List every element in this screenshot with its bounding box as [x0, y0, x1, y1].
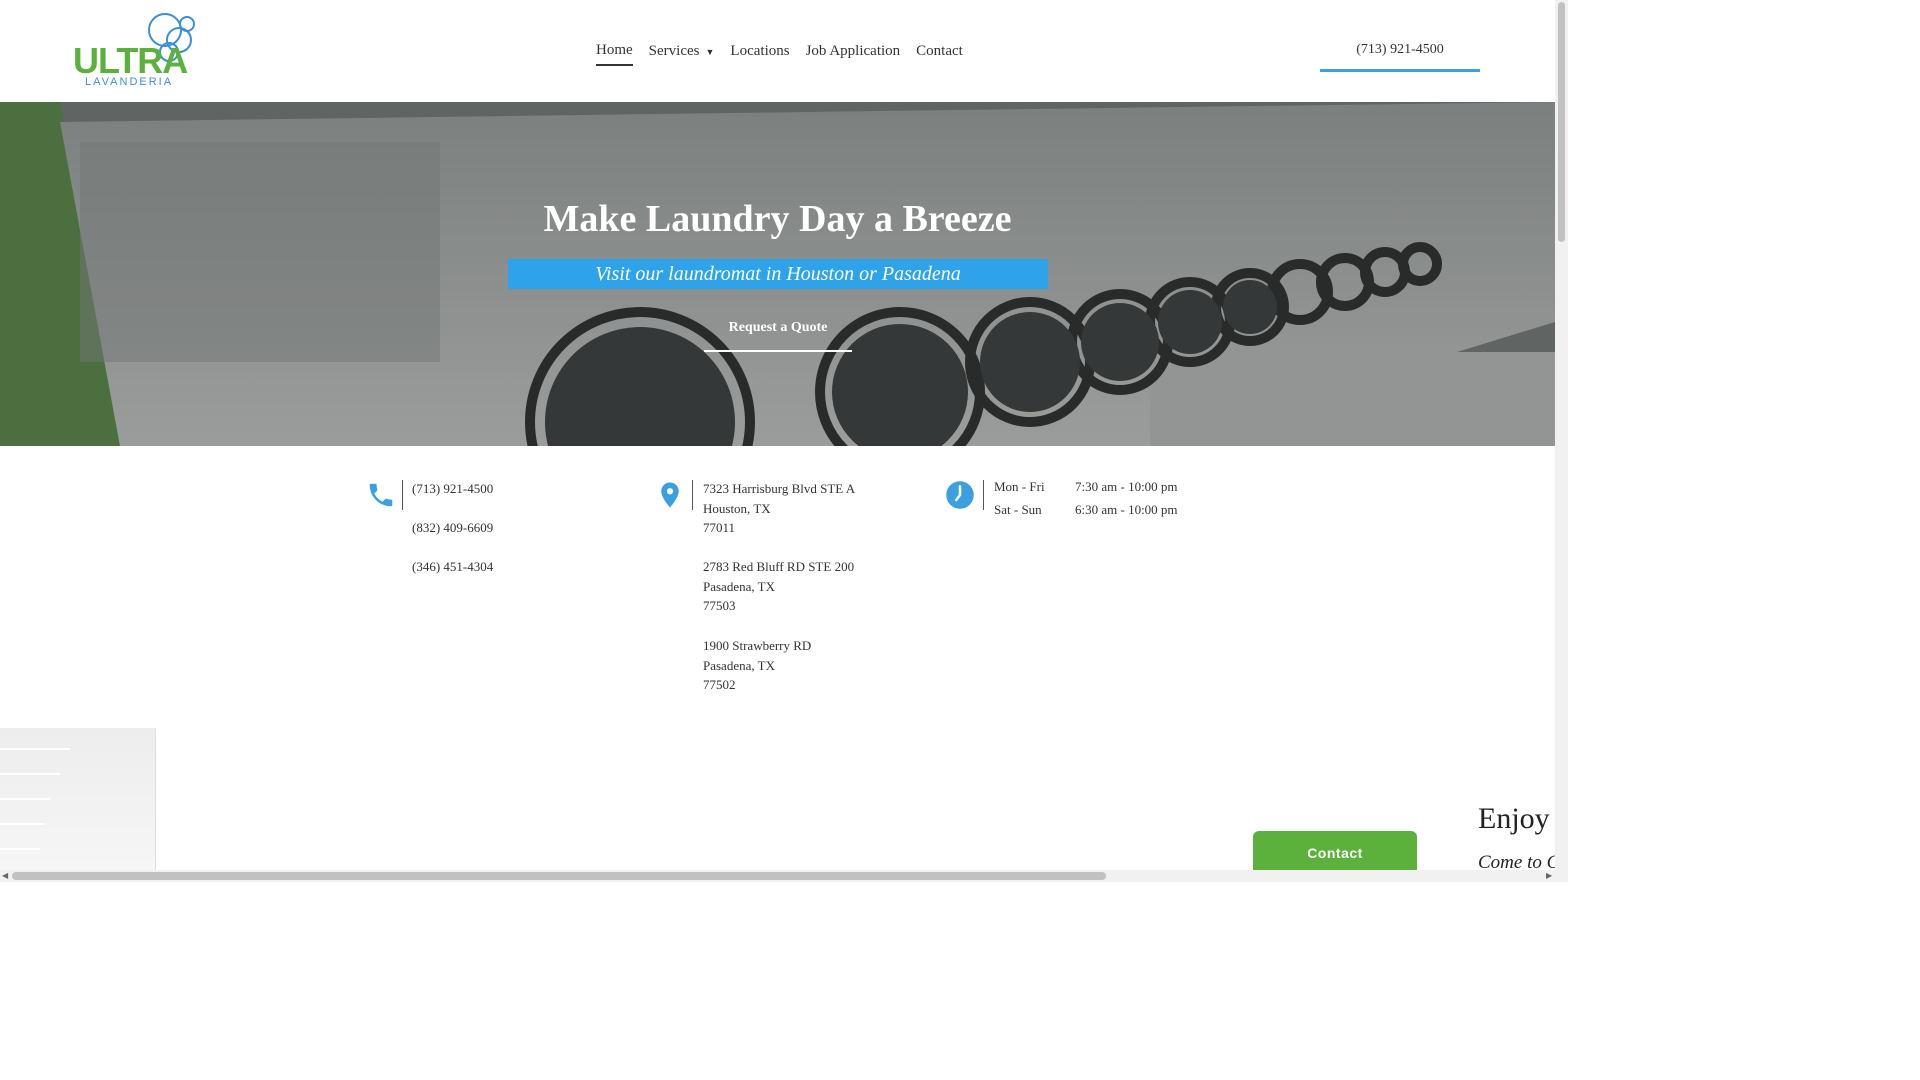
scroll-left-icon[interactable]: ◀: [2, 870, 8, 882]
section-heading: Enjoy: [1478, 802, 1550, 835]
divider: [983, 480, 984, 510]
address-line: Pasadena, TX: [703, 657, 775, 673]
hours-time-weekday: 7:30 am - 10:00 pm: [1075, 479, 1178, 494]
divider: [402, 480, 403, 510]
hero-subtitle: Visit our laundromat in Houston or Pasad…: [508, 259, 1048, 289]
contact-info-section: (713) 921-4500 (832) 409-6609 (346) 451-…: [0, 446, 1555, 728]
address-line: 1900 Strawberry RD: [703, 638, 812, 653]
location-pin-icon: [661, 482, 679, 508]
horizontal-scrollbar[interactable]: ◀ ▶: [0, 870, 1568, 882]
address-3: 1900 Strawberry RD Pasadena, TX 77502: [703, 636, 811, 695]
nav-item-contact[interactable]: Contact: [916, 40, 963, 66]
address-line: 7323 Harrisburg Blvd STE A: [703, 481, 856, 496]
nav-label: Locations: [730, 43, 790, 59]
vertical-scrollbar[interactable]: [1555, 0, 1568, 870]
nav-label: Job Application: [805, 43, 901, 59]
hours-days-weekend: Sat - Sun: [994, 502, 1042, 517]
address-2: 2783 Red Bluff RD STE 200 Pasadena, TX 7…: [703, 557, 854, 616]
clock-icon: [946, 481, 974, 509]
address-line: 2783 Red Bluff RD STE 200: [703, 559, 855, 574]
address-line: Houston, TX: [703, 500, 771, 516]
hours-time-weekend: 6:30 am - 10:00 pm: [1075, 502, 1178, 517]
main-nav: Home Services ▼ Locations Job Application…: [596, 40, 963, 66]
address-line: Pasadena, TX: [703, 578, 775, 594]
divider: [692, 480, 693, 510]
phone-number-1[interactable]: (713) 921-4500: [412, 479, 493, 499]
nav-label: Services: [648, 43, 700, 59]
address-line: 77011: [703, 520, 736, 535]
request-quote-button[interactable]: Request a Quote: [704, 312, 852, 352]
header-phone-button[interactable]: (713) 921-4500: [1320, 30, 1480, 72]
nav-label: Contact: [916, 43, 963, 59]
scrollbar-thumb[interactable]: [12, 872, 1106, 880]
nav-item-services[interactable]: Services ▼: [649, 40, 715, 66]
nav-item-locations[interactable]: Locations: [730, 40, 789, 66]
scroll-right-icon[interactable]: ▶: [1546, 870, 1552, 882]
address-line: 77502: [703, 677, 736, 692]
hero-banner: Make Laundry Day a Breeze Visit our laun…: [0, 102, 1555, 446]
contact-widget-button[interactable]: Contact: [1253, 831, 1417, 875]
address-1: 7323 Harrisburg Blvd STE A Houston, TX 7…: [703, 479, 855, 538]
hero-title: Make Laundry Day a Breeze: [543, 198, 1012, 240]
nav-item-home[interactable]: Home: [596, 40, 633, 66]
phone-number-2[interactable]: (832) 409-6609: [412, 518, 493, 538]
laundromat-image: [0, 728, 156, 870]
scrollbar-thumb[interactable]: [1558, 2, 1565, 242]
hours-days-weekday: Mon - Fri: [994, 479, 1045, 494]
address-line: 77503: [703, 598, 736, 613]
phone-icon: [369, 483, 393, 507]
nav-label: Home: [596, 42, 633, 58]
chevron-down-icon: ▼: [705, 46, 715, 57]
logo[interactable]: ULTRA LAVANDERIA: [73, 12, 201, 90]
site-header: ULTRA LAVANDERIA Home Services ▼ Location…: [0, 0, 1555, 102]
logo-subtitle: LAVANDERIA: [85, 76, 174, 88]
nav-item-job-application[interactable]: Job Application: [806, 40, 901, 66]
phone-number-3[interactable]: (346) 451-4304: [412, 557, 493, 577]
